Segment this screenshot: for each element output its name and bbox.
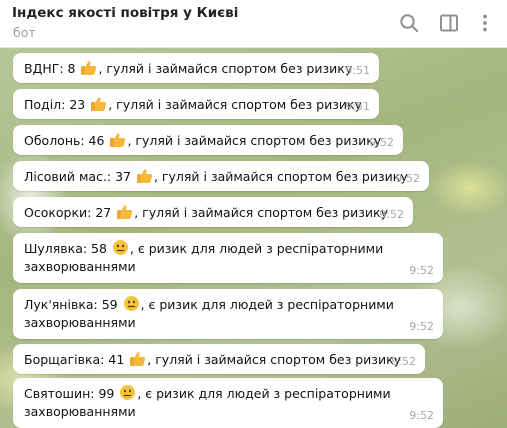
message-text-line2: захворюваннями (24, 315, 136, 330)
more-options-icon[interactable] (474, 12, 496, 34)
message-time: 9:52 (409, 264, 434, 277)
sidebar-toggle-icon[interactable] (438, 12, 460, 34)
message-time: 9:52 (379, 208, 404, 221)
thumbs-up-icon (130, 352, 146, 366)
message-text-prefix: Осокорки: 27 (24, 205, 116, 220)
message-time: 9:52 (395, 172, 420, 185)
message-bubble[interactable]: Оболонь: 46 , гуляй і займайся спортом б… (13, 125, 403, 155)
neutral-face-icon (112, 240, 128, 255)
message-bubble[interactable]: Лук'янівка: 59 , є ризик для людей з рес… (13, 289, 443, 339)
message-text-prefix: ВДНГ: 8 (24, 61, 80, 76)
message-text-prefix: Поділ: 23 (24, 97, 90, 112)
neutral-face-icon (123, 296, 139, 311)
message-bubble[interactable]: ВДНГ: 8 , гуляй і займайся спортом без р… (13, 53, 379, 83)
message-text-suffix: , є ризик для людей з респіраторними (140, 297, 394, 312)
message-time: 9:51 (345, 100, 370, 113)
message-list[interactable]: ВДНГ: 8 , гуляй і займайся спортом без р… (0, 48, 507, 428)
message-text-prefix: Лісовий мас.: 37 (24, 169, 135, 184)
chat-subtitle: бот (13, 25, 36, 40)
message-text-suffix: , є ризик для людей з респіраторними (137, 386, 391, 401)
message-text-suffix: , гуляй і займайся спортом без ризику (98, 61, 353, 76)
message-bubble[interactable]: Лісовий мас.: 37 , гуляй і займайся спор… (13, 161, 429, 191)
message-text-line2: захворюваннями (24, 404, 136, 419)
message-bubble[interactable]: Шулявка: 58 , є ризик для людей з респір… (13, 233, 443, 283)
message-time: 9:52 (409, 320, 434, 333)
message-text-suffix: , є ризик для людей з респіраторними (129, 241, 384, 256)
neutral-face-icon (120, 385, 136, 400)
message-bubble[interactable]: Святошин: 99 , є ризик для людей з респі… (13, 378, 443, 428)
chat-title[interactable]: Індекс якості повітря у Києві (12, 5, 238, 21)
thumbs-up-icon (117, 205, 133, 219)
message-text-prefix: Лук'янівка: 59 (24, 297, 122, 312)
message-time: 9:52 (369, 136, 394, 149)
message-bubble[interactable]: Борщагівка: 41 , гуляй і займайся спорто… (13, 344, 425, 374)
thumbs-up-icon (110, 133, 126, 147)
message-text-suffix: , гуляй і займайся спортом без ризику (147, 352, 402, 367)
message-time: 9:52 (409, 409, 434, 422)
thumbs-up-icon (91, 97, 107, 111)
message-bubble[interactable]: Поділ: 23 , гуляй і займайся спортом без… (13, 89, 379, 119)
message-bubble[interactable]: Осокорки: 27 , гуляй і займайся спортом … (13, 197, 413, 227)
message-text-prefix: Борщагівка: 41 (24, 352, 129, 367)
search-icon[interactable] (398, 12, 420, 34)
message-text-suffix: , гуляй і займайся спортом без ризику (134, 205, 388, 220)
thumbs-up-icon (136, 169, 153, 183)
message-text-suffix: , гуляй і займайся спортом без ризику (127, 133, 382, 148)
message-text-prefix: Святошин: 99 (24, 386, 119, 401)
thumbs-up-icon (81, 61, 97, 75)
message-text-suffix: , гуляй і займайся спортом без ризику (153, 169, 408, 184)
chat-header: Індекс якості повітря у Києві бот (0, 0, 507, 48)
message-text-line2: захворюваннями (24, 259, 136, 274)
message-text-prefix: Шулявка: 58 (24, 241, 111, 256)
message-time: 9:51 (345, 64, 370, 77)
message-text-prefix: Оболонь: 46 (24, 133, 109, 148)
message-text-suffix: , гуляй і займайся спортом без ризику (108, 97, 362, 112)
message-time: 9:52 (391, 355, 416, 368)
